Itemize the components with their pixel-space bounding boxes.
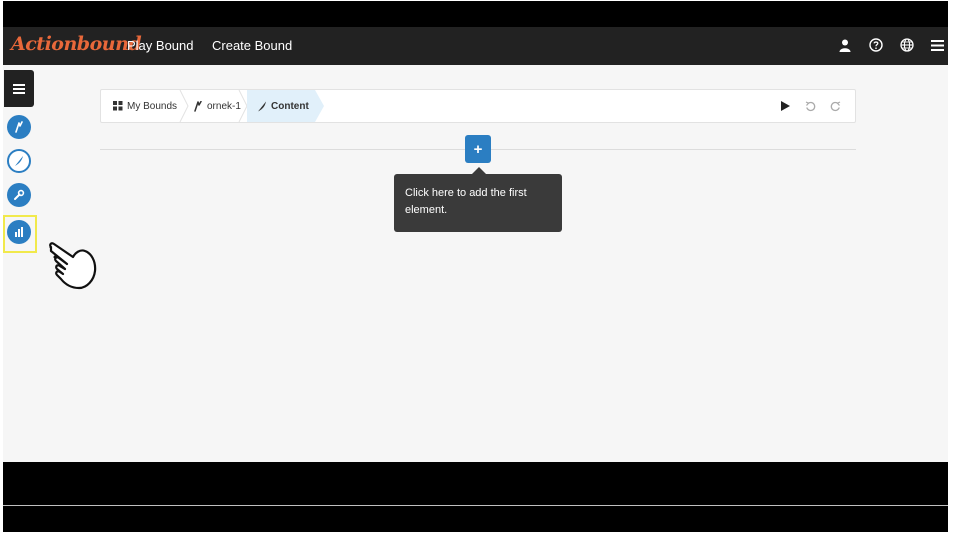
bar-chart-icon [15,227,23,237]
add-element-tooltip: Click here to add the first element. [394,174,562,232]
globe-icon[interactable] [899,37,915,53]
breadcrumb: My Bounds ornek-1 Content [100,89,856,123]
hamburger-menu-icon[interactable] [929,37,945,53]
bottom-black-strip [3,462,948,505]
top-navbar: Actionbound Play Bound Create Bound [3,27,948,65]
feather-pen-icon [15,156,23,166]
sidebar-toggle-button[interactable] [4,70,34,107]
help-icon[interactable] [868,37,884,53]
breadcrumb-content-label: Content [271,100,309,112]
pointing-hand-icon [47,241,99,296]
create-bound-link[interactable]: Create Bound [212,38,292,53]
bound-icon [15,121,23,133]
breadcrumb-my-bounds[interactable]: My Bounds [113,90,177,122]
feather-icon [258,101,266,111]
breadcrumb-project-label: ornek-1 [207,100,241,112]
editor-canvas: My Bounds ornek-1 Content + Click here t… [3,65,948,462]
sidebar-item-settings[interactable] [7,183,31,207]
user-icon[interactable] [837,37,853,53]
app-window: Actionbound Play Bound Create Bound My B… [3,1,948,532]
bound-icon [194,100,202,112]
redo-icon[interactable] [828,99,842,113]
add-element-button[interactable]: + [465,135,491,163]
actionbound-logo[interactable]: Actionbound [11,33,142,55]
sidebar-item-statistics[interactable] [7,220,31,244]
sidebar-item-content[interactable] [7,149,31,173]
tooltip-arrow [472,167,486,174]
wrench-icon [14,189,25,200]
hamburger-menu-icon [13,83,25,94]
play-bound-link[interactable]: Play Bound [127,38,194,53]
breadcrumb-separator [315,90,324,122]
undo-icon[interactable] [803,99,817,113]
bottom-divider-line [3,505,948,506]
play-icon[interactable] [778,99,792,113]
sidebar-item-bound[interactable] [7,115,31,139]
breadcrumb-my-bounds-label: My Bounds [127,100,178,112]
grid-icon [113,101,123,111]
breadcrumb-separator [179,90,189,122]
breadcrumb-content[interactable]: Content [247,90,315,122]
breadcrumb-project[interactable]: ornek-1 [193,90,241,122]
